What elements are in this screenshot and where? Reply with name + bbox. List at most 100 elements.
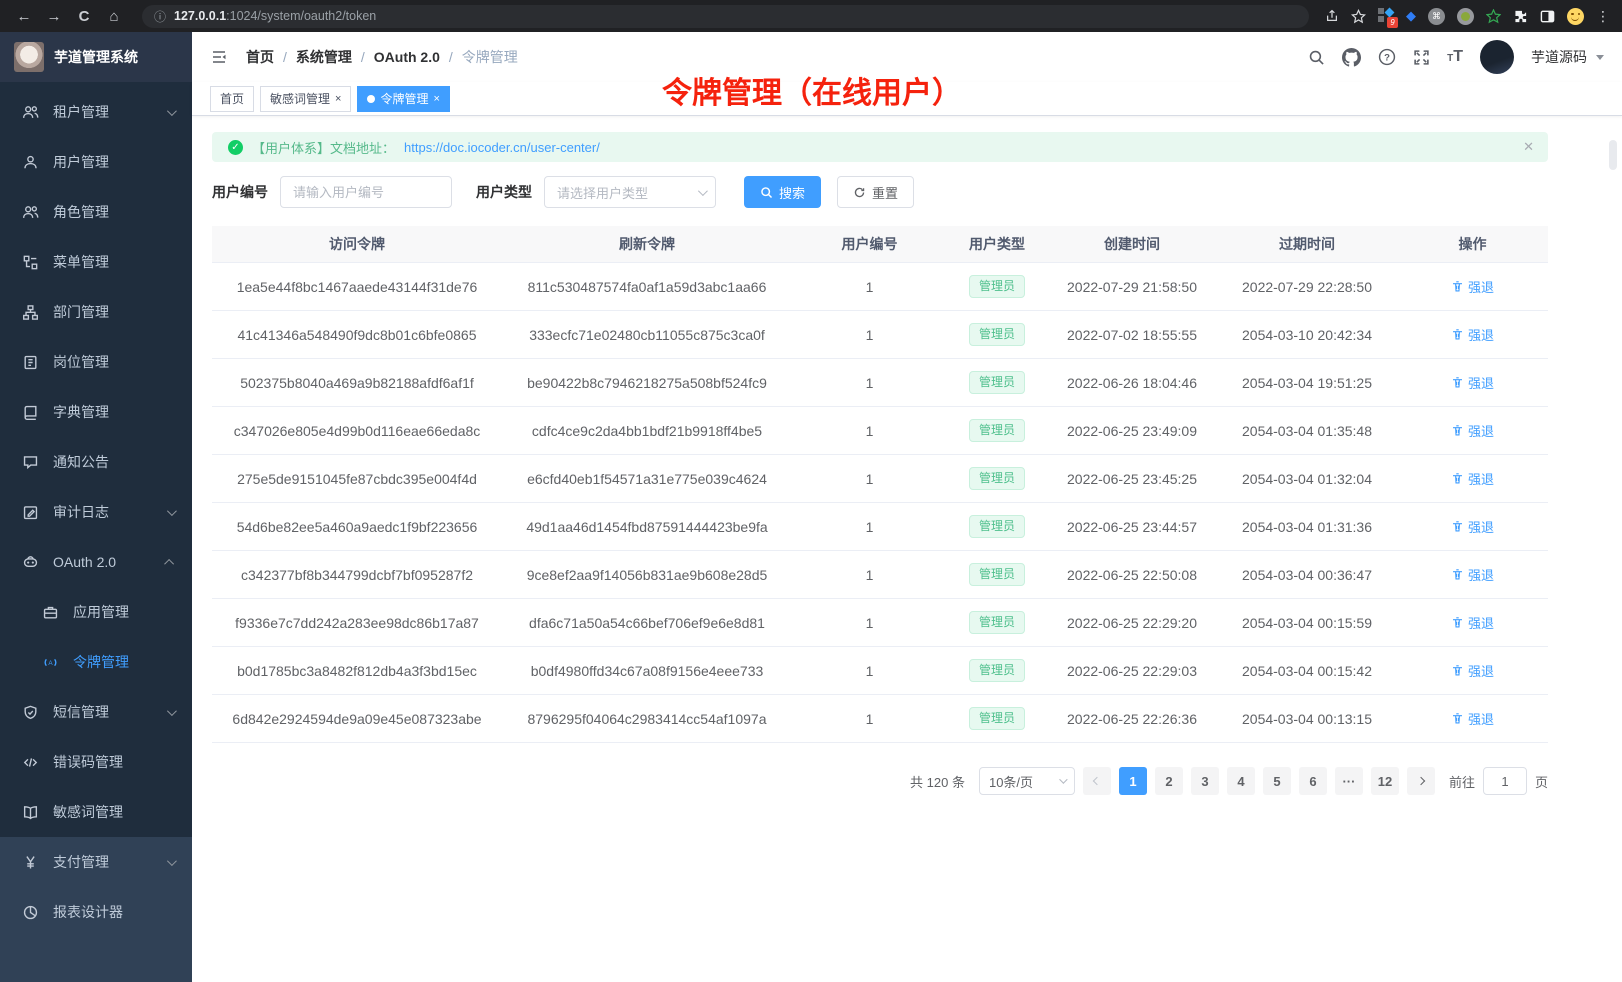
user-id-cell: 1 [792, 519, 947, 535]
sidebar-item-audit[interactable]: 审计日志 [0, 487, 192, 537]
force-logout-button[interactable]: 强退 [1451, 565, 1494, 584]
extension-grid-icon[interactable]: 9 [1378, 8, 1394, 24]
sidebar-item-oauth2-app[interactable]: 应用管理 [0, 587, 192, 637]
user-id-cell: 1 [792, 615, 947, 631]
sidebar-item-dept[interactable]: 部门管理 [0, 287, 192, 337]
force-logout-button[interactable]: 强退 [1451, 373, 1494, 392]
page-button-4[interactable]: 4 [1227, 767, 1255, 795]
collapse-sidebar-icon[interactable] [210, 49, 228, 65]
sidebar-item-report[interactable]: 报表设计器 [0, 887, 192, 937]
breadcrumb-item[interactable]: OAuth 2.0 [374, 49, 440, 65]
tab-close-icon[interactable]: × [335, 93, 341, 105]
force-logout-button[interactable]: 强退 [1451, 661, 1494, 680]
sidebar-item-dict[interactable]: 字典管理 [0, 387, 192, 437]
sidebar-item-oauth2-token[interactable]: A令牌管理 [0, 637, 192, 687]
expire-time-cell: 2054-03-04 19:51:25 [1217, 375, 1397, 391]
force-logout-button[interactable]: 强退 [1451, 517, 1494, 536]
table-row: f9336e7c7dd242a283ee98dc86b17a87dfa6c71a… [212, 599, 1548, 647]
page-button-12[interactable]: 12 [1371, 767, 1399, 795]
side-panel-icon[interactable] [1540, 9, 1555, 24]
browser-menu-icon[interactable]: ⋮ [1596, 8, 1610, 25]
next-page-button[interactable] [1407, 767, 1435, 795]
force-logout-label: 强退 [1468, 277, 1494, 296]
user-menu-caret-icon[interactable] [1596, 55, 1604, 60]
page-button-5[interactable]: 5 [1263, 767, 1291, 795]
page-button-3[interactable]: 3 [1191, 767, 1219, 795]
tab-敏感词管理[interactable]: 敏感词管理× [260, 86, 351, 112]
alert-doc-link[interactable]: https://doc.iocoder.cn/user-center/ [404, 140, 600, 155]
site-info-icon[interactable]: ⓘ [154, 8, 166, 25]
sidebar-item-sms[interactable]: 短信管理 [0, 687, 192, 737]
sidebar-item-role[interactable]: 角色管理 [0, 187, 192, 237]
extension-badge: 9 [1387, 17, 1398, 28]
gem-extension-icon[interactable]: ◆ [1406, 8, 1416, 24]
user-type-cell: 管理员 [947, 275, 1047, 297]
address-bar[interactable]: ⓘ 127.0.0.1:1024/system/oauth2/token [142, 5, 1309, 28]
access-token-cell: c347026e805e4d99b0d116eae66eda8c [212, 423, 502, 439]
sidebar-root-group: 支付管理报表设计器 [0, 837, 192, 937]
chevron-left-icon [1093, 777, 1101, 785]
page-button-1[interactable]: 1 [1119, 767, 1147, 795]
scrollbar-thumb[interactable] [1609, 140, 1617, 170]
sidebar-item-notice[interactable]: 通知公告 [0, 437, 192, 487]
sidebar-item-post[interactable]: 岗位管理 [0, 337, 192, 387]
star-extension-icon[interactable] [1486, 9, 1501, 24]
breadcrumb-item[interactable]: 首页 [246, 47, 274, 67]
table-row: 275e5de9151045fe87cbdc395e004f4de6cfd40e… [212, 455, 1548, 503]
page-button-2[interactable]: 2 [1155, 767, 1183, 795]
page-button-6[interactable]: 6 [1299, 767, 1327, 795]
prev-page-button[interactable] [1083, 767, 1111, 795]
tab-close-icon[interactable]: × [433, 93, 439, 105]
help-icon[interactable]: ? [1378, 48, 1396, 66]
puzzle-extensions-icon[interactable] [1513, 9, 1528, 24]
github-icon[interactable] [1342, 48, 1361, 67]
record-extension-icon[interactable] [1457, 8, 1474, 25]
bookmark-star-icon[interactable] [1351, 9, 1366, 24]
reset-button[interactable]: 重置 [837, 176, 914, 208]
chevron-down-icon [167, 856, 177, 866]
profile-avatar-icon[interactable] [1567, 8, 1584, 25]
search-button[interactable]: 搜索 [744, 176, 821, 208]
goto-page-input[interactable] [1483, 767, 1527, 795]
browser-home-icon[interactable]: ⌂ [102, 4, 126, 28]
access-token-cell: 275e5de9151045fe87cbdc395e004f4d [212, 471, 502, 487]
table-header-row: 访问令牌刷新令牌用户编号用户类型创建时间过期时间操作 [212, 226, 1548, 263]
force-logout-button[interactable]: 强退 [1451, 709, 1494, 728]
force-logout-button[interactable]: 强退 [1451, 613, 1494, 632]
breadcrumb-item[interactable]: 系统管理 [296, 47, 352, 67]
user-avatar[interactable] [1480, 40, 1514, 74]
book-open-icon [22, 804, 39, 821]
search-icon[interactable] [1308, 49, 1325, 66]
force-logout-button[interactable]: 强退 [1451, 277, 1494, 296]
share-icon[interactable] [1325, 9, 1339, 23]
tab-令牌管理[interactable]: 令牌管理× [357, 86, 449, 112]
trash-icon [1451, 568, 1464, 581]
force-logout-button[interactable]: 强退 [1451, 469, 1494, 488]
browser-reload-icon[interactable]: C [72, 4, 96, 28]
sidebar-item-pay[interactable]: 支付管理 [0, 837, 192, 887]
sidebar-item-menu[interactable]: 菜单管理 [0, 237, 192, 287]
alert-close-icon[interactable]: ✕ [1523, 139, 1534, 155]
sidebar-item-sensitive[interactable]: 敏感词管理 [0, 787, 192, 837]
app-logo[interactable]: 芋道管理系统 [0, 32, 192, 82]
force-logout-button[interactable]: 强退 [1451, 325, 1494, 344]
fullscreen-icon[interactable] [1413, 49, 1430, 66]
force-logout-label: 强退 [1468, 661, 1494, 680]
browser-back-icon[interactable]: ← [12, 4, 36, 28]
table-row: 41c41346a548490f9dc8b01c6bfe0865333ecfc7… [212, 311, 1548, 359]
page-size-select[interactable]: 10条/页 [979, 767, 1075, 795]
command-extension-icon[interactable]: ⌘ [1428, 8, 1445, 25]
tab-首页[interactable]: 首页 [210, 86, 254, 112]
sidebar-item-tenant[interactable]: 租户管理 [0, 87, 192, 137]
user-id-input[interactable] [280, 176, 452, 208]
sidebar-item-oauth2[interactable]: OAuth 2.0 [0, 537, 192, 587]
sidebar-item-user[interactable]: 用户管理 [0, 137, 192, 187]
user-type-select[interactable]: 请选择用户类型 [544, 176, 716, 208]
username[interactable]: 芋道源码 [1531, 47, 1587, 67]
browser-forward-icon[interactable]: → [42, 4, 66, 28]
font-size-icon[interactable]: TT [1447, 48, 1463, 66]
force-logout-button[interactable]: 强退 [1451, 421, 1494, 440]
sidebar-item-errcode[interactable]: 错误码管理 [0, 737, 192, 787]
tree-menu-icon [22, 254, 39, 271]
user-type-cell: 管理员 [947, 515, 1047, 537]
